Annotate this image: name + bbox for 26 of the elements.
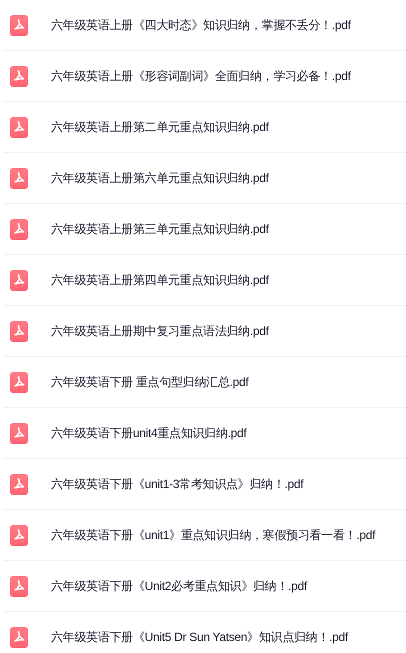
- pdf-file-icon: [10, 524, 28, 546]
- file-name[interactable]: 六年级英语下册《unit1-3常考知识点》归纳！.pdf: [51, 476, 304, 492]
- pdf-file-icon: [10, 218, 28, 240]
- file-name[interactable]: 六年级英语上册《形容词副词》全面归纳，学习必备！.pdf: [51, 68, 351, 84]
- file-name[interactable]: 六年级英语下册《unit1》重点知识归纳，寒假预习看一看！.pdf: [51, 526, 376, 544]
- pdf-file-icon: [10, 320, 28, 342]
- file-name[interactable]: 六年级英语下册 重点句型归纳汇总.pdf: [51, 374, 248, 390]
- file-name[interactable]: 六年级英语上册第四单元重点知识归纳.pdf: [51, 272, 269, 288]
- pdf-file-icon: [10, 422, 28, 444]
- file-name[interactable]: 六年级英语上册第六单元重点知识归纳.pdf: [51, 170, 269, 186]
- pdf-file-icon: [10, 576, 28, 596]
- pdf-file-icon: [10, 270, 28, 290]
- pdf-file-icon: [10, 168, 28, 188]
- pdf-file-icon: [10, 474, 28, 494]
- pdf-file-icon: [10, 66, 28, 86]
- file-name[interactable]: 六年级英语上册《四大时态》知识归纳，掌握不丢分！.pdf: [51, 16, 351, 34]
- pdf-file-icon: [10, 372, 28, 392]
- file-name[interactable]: 六年级英语上册第二单元重点知识归纳.pdf: [51, 118, 269, 136]
- file-name[interactable]: 六年级英语上册期中复习重点语法归纳.pdf: [51, 322, 269, 340]
- pdf-file-icon: [10, 14, 28, 36]
- pdf-file-icon: [10, 116, 28, 138]
- file-name[interactable]: 六年级英语下册《Unit5 Dr Sun Yatsen》知识点归纳！.pdf: [51, 628, 348, 646]
- file-name[interactable]: 六年级英语下册《Unit2必考重点知识》归纳！.pdf: [51, 578, 307, 594]
- file-name[interactable]: 六年级英语上册第三单元重点知识归纳.pdf: [51, 220, 269, 238]
- pdf-file-icon: [10, 626, 28, 648]
- file-name[interactable]: 六年级英语下册unit4重点知识归纳.pdf: [51, 424, 246, 442]
